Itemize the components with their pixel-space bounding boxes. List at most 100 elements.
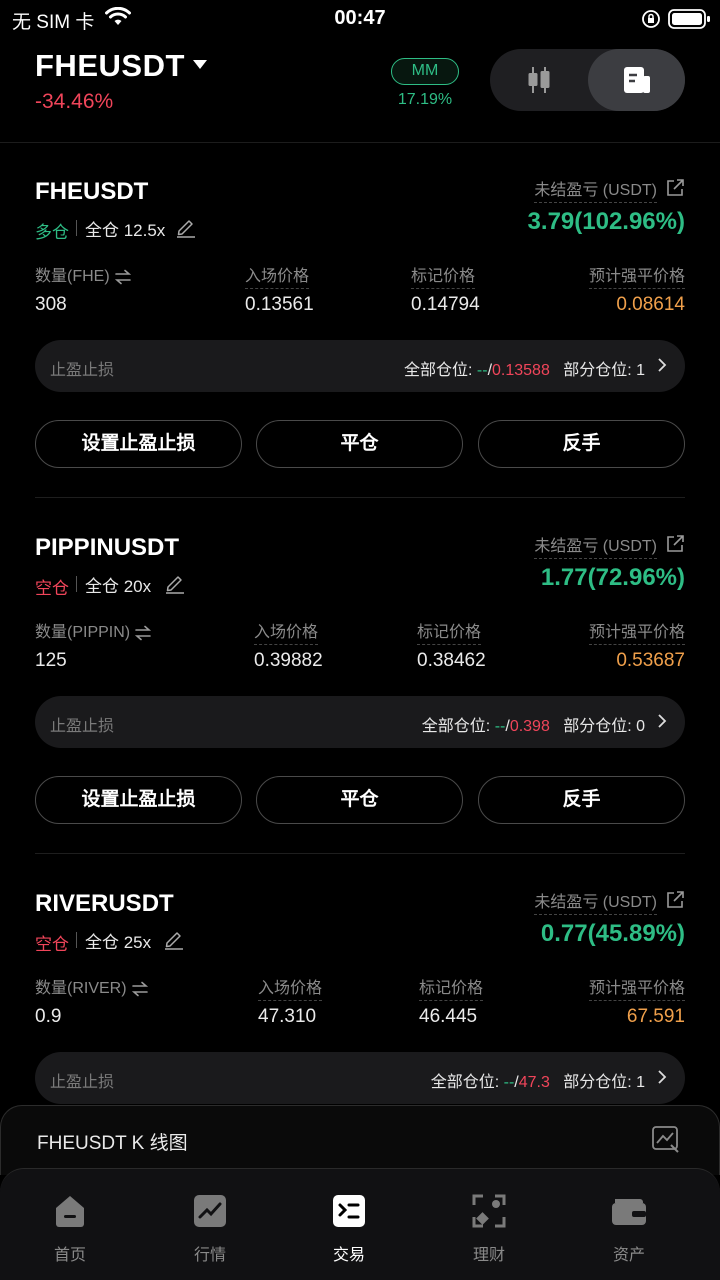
stop-loss-value: 0.13588 xyxy=(492,362,550,379)
tab-market[interactable]: 行情 xyxy=(160,1191,260,1265)
share-icon[interactable] xyxy=(665,534,685,554)
edit-leverage-icon[interactable] xyxy=(175,216,197,238)
liquidation-price-label[interactable]: 预计强平价格 xyxy=(588,618,685,645)
all-position-label: 全部仓位: xyxy=(430,1074,504,1091)
tab-label: 行情 xyxy=(193,1247,226,1264)
unrealized-pnl-label: 未结盈亏 (USDT) xyxy=(534,890,657,915)
chevron-right-icon xyxy=(658,1070,667,1084)
chevron-right-icon xyxy=(658,358,667,372)
tpsl-summary-bar[interactable]: 止盈止损 全部仓位: --/0.398 部分仓位: 0 xyxy=(35,696,685,748)
liquidation-price-label[interactable]: 预计强平价格 xyxy=(588,974,685,1001)
mark-price-value: 0.38462 xyxy=(417,650,486,671)
chart-expand-icon[interactable] xyxy=(651,1124,681,1154)
mark-price-value: 0.14794 xyxy=(411,294,480,315)
position-card: RIVERUSDT 空仓 全仓 25x 未结盈亏 (USDT) 0.77(45.… xyxy=(35,890,685,1105)
quantity-value: 125 xyxy=(35,650,67,671)
set-tpsl-button[interactable]: 设置止盈止损 xyxy=(35,776,242,824)
tpsl-label: 止盈止损 xyxy=(50,362,115,379)
entry-price-label[interactable]: 入场价格 xyxy=(254,618,319,645)
trade-icon xyxy=(333,1195,365,1227)
quantity-value: 308 xyxy=(35,294,67,315)
position-card: PIPPINUSDT 空仓 全仓 20x 未结盈亏 (USDT) 1.77(72… xyxy=(35,534,685,834)
symbol-selector[interactable]: FHEUSDT xyxy=(35,48,185,84)
margin-mode[interactable]: 全仓 20x xyxy=(85,572,151,597)
mark-price-label[interactable]: 标记价格 xyxy=(411,262,476,289)
close-position-button[interactable]: 平仓 xyxy=(256,776,463,824)
edit-leverage-icon[interactable] xyxy=(163,928,185,950)
tpsl-info: 全部仓位: --/47.3 部分仓位: 1 xyxy=(431,1068,645,1092)
unrealized-pnl-value: 1.77(72.96%) xyxy=(540,564,685,591)
tpsl-summary-bar[interactable]: 止盈止损 全部仓位: --/0.13588 部分仓位: 1 xyxy=(35,340,685,392)
unrealized-pnl-value: 0.77(45.89%) xyxy=(540,920,685,947)
close-position-button[interactable]: 平仓 xyxy=(256,420,463,468)
chevron-right-icon xyxy=(658,714,667,728)
all-position-label: 全部仓位: xyxy=(404,362,477,379)
set-tpsl-button[interactable]: 设置止盈止损 xyxy=(35,420,242,468)
take-profit-value: -- xyxy=(494,718,506,735)
position-card: FHEUSDT 多仓 全仓 12.5x 未结盈亏 (USDT) 3.79(102… xyxy=(35,178,685,478)
position-side-badge: 空仓 xyxy=(35,935,69,954)
battery-icon xyxy=(668,9,710,29)
entry-price-label[interactable]: 入场价格 xyxy=(245,262,310,289)
mark-price-label[interactable]: 标记价格 xyxy=(419,974,484,1001)
entry-price-value: 0.39882 xyxy=(254,650,323,671)
quantity-label[interactable]: 数量(FHE) xyxy=(35,262,132,286)
position-side-badge: 空仓 xyxy=(35,579,69,598)
tab-label: 首页 xyxy=(53,1247,86,1264)
mm-badge[interactable]: MM xyxy=(391,58,459,85)
view-toggle xyxy=(490,49,685,111)
order-book-icon xyxy=(623,67,650,93)
unrealized-pnl-label: 未结盈亏 (USDT) xyxy=(534,532,657,559)
quantity-label[interactable]: 数量(RIVER) xyxy=(35,974,149,998)
liquidation-price-value: 0.08614 xyxy=(616,294,685,315)
quantity-label-text: 数量(FHE) xyxy=(35,268,110,285)
mark-price-value: 46.445 xyxy=(419,1006,478,1027)
divider xyxy=(76,576,77,592)
kline-chart-panel[interactable]: FHEUSDT K 线图 xyxy=(0,1105,720,1175)
reverse-position-button[interactable]: 反手 xyxy=(478,776,685,824)
share-icon[interactable] xyxy=(665,178,685,198)
tab-home[interactable]: 首页 xyxy=(20,1191,120,1265)
bottom-tab-bar: 首页 行情 交易 理财 资产 xyxy=(0,1168,720,1280)
swap-icon[interactable] xyxy=(114,269,132,285)
liquidation-price-label[interactable]: 预计强平价格 xyxy=(588,262,685,289)
margin-mode[interactable]: 全仓 25x xyxy=(85,928,151,953)
share-icon[interactable] xyxy=(665,890,685,910)
swap-icon[interactable] xyxy=(131,981,149,997)
partial-position-label: 部分仓位: 1 xyxy=(563,362,645,379)
edit-leverage-icon[interactable] xyxy=(164,572,186,594)
stop-loss-value: 0.398 xyxy=(509,718,550,735)
kline-view-button[interactable] xyxy=(490,49,587,111)
tab-trade[interactable]: 交易 xyxy=(299,1191,399,1265)
position-pair[interactable]: FHEUSDT xyxy=(35,178,148,206)
quantity-label[interactable]: 数量(PIPPIN) xyxy=(35,618,152,642)
earn-icon xyxy=(472,1194,506,1228)
tab-earn[interactable]: 理财 xyxy=(439,1191,539,1265)
tpsl-label: 止盈止损 xyxy=(50,1074,115,1091)
divider xyxy=(35,497,685,498)
tab-assets[interactable]: 资产 xyxy=(579,1191,679,1265)
margin-mode[interactable]: 全仓 12.5x xyxy=(85,216,165,241)
tpsl-info: 全部仓位: --/0.398 部分仓位: 0 xyxy=(422,712,645,736)
tpsl-summary-bar[interactable]: 止盈止损 全部仓位: --/47.3 部分仓位: 1 xyxy=(35,1052,685,1104)
reverse-position-button[interactable]: 反手 xyxy=(478,420,685,468)
price-change: -34.46% xyxy=(35,90,114,113)
position-pair[interactable]: RIVERUSDT xyxy=(35,890,174,918)
home-icon xyxy=(56,1196,84,1227)
status-bar: 无 SIM 卡 00:47 xyxy=(0,0,720,38)
mark-price-label[interactable]: 标记价格 xyxy=(417,618,482,645)
entry-price-label[interactable]: 入场价格 xyxy=(258,974,323,1001)
kline-chart-title: FHEUSDT K 线图 xyxy=(37,1133,188,1154)
swap-icon[interactable] xyxy=(134,625,152,641)
take-profit-value: -- xyxy=(476,362,488,379)
partial-position-label: 部分仓位: 1 xyxy=(563,1074,645,1091)
divider xyxy=(76,932,77,948)
tab-label: 资产 xyxy=(612,1247,645,1264)
quantity-value: 0.9 xyxy=(35,1006,62,1027)
entry-price-value: 47.310 xyxy=(258,1006,317,1027)
order-view-button[interactable] xyxy=(588,49,685,111)
symbol-header: FHEUSDT -34.46% MM 17.19% xyxy=(0,40,720,143)
position-pair[interactable]: PIPPINUSDT xyxy=(35,534,179,562)
stop-loss-value: 47.3 xyxy=(518,1074,550,1091)
caret-down-icon[interactable] xyxy=(193,60,207,69)
